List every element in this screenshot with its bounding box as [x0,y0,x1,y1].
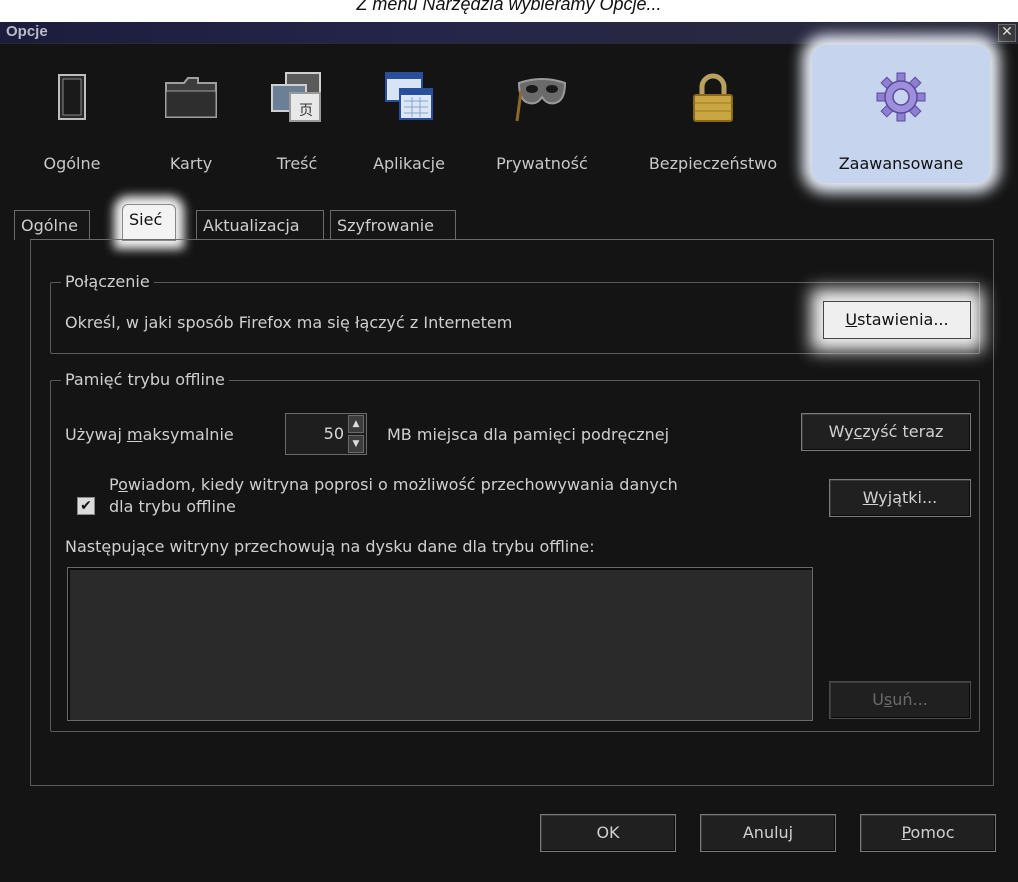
window-icon [58,74,86,120]
notify-before: P [109,475,119,494]
mask-icon [515,78,567,122]
pane-security-label: Bezpieczeństwo [648,154,778,173]
options-dialog: Opcje ✕ Ogólne Karty 页 Treść Aplikacje P… [0,22,1018,882]
padlock-icon [693,73,733,122]
notify-label-line1: Powiadom, kiedy witryna poprosi o możliw… [109,475,678,494]
folder-tab-icon [165,77,217,118]
help-button[interactable]: Pomoc [860,814,996,852]
pane-applications-label: Aplikacje [373,154,445,173]
settings-label: stawienia... [857,310,949,329]
spin-up-icon[interactable]: ▲ [348,415,364,433]
cancel-button[interactable]: Anuluj [700,814,836,852]
gear-icon [876,72,926,122]
use-max-before: Używaj [65,425,127,444]
connection-settings-button[interactable]: Ustawienia... [823,301,971,339]
connection-group-title: Połączenie [61,272,154,291]
pane-general-label: Ogólne [43,154,101,173]
pane-tabs-label: Karty [169,154,213,173]
pane-content-label: Treść [276,154,318,173]
offline-sites-label: Następujące witryny przechowują na dysku… [65,537,595,556]
remove-after: uń... [892,690,928,709]
category-toolbar: Ogólne Karty 页 Treść Aplikacje Prywatnoś… [0,45,1018,183]
exceptions-label: yjątki... [878,488,938,507]
pane-security-button[interactable]: Bezpieczeństwo [628,45,798,183]
help-label: omoc [910,823,955,842]
notify-accel: o [118,475,128,494]
tab-update[interactable]: Aktualizacja [196,210,324,240]
title-bar[interactable]: Opcje ✕ [0,22,1018,44]
notify-label-line2: dla trybu offline [109,497,236,516]
offline-sites-list[interactable] [67,567,813,721]
help-accel: P [901,823,911,842]
offline-group-title: Pamięć trybu offline [61,370,229,389]
pane-general-button[interactable]: Ogólne [22,45,122,183]
pane-content-button[interactable]: 页 Treść [252,45,342,183]
tab-encryption[interactable]: Szyfrowanie [330,210,456,240]
notify-after: wiadom, kiedy witryna poprosi o możliwoś… [127,475,678,494]
offline-cache-group: Pamięć trybu offline Używaj maksymalnie … [50,370,980,732]
cache-size-value: 50 [323,424,344,443]
cache-size-spinner[interactable]: 50 ▲ ▼ [285,413,367,455]
exceptions-button[interactable]: Wyjątki... [829,479,971,517]
ok-button[interactable]: OK [540,814,676,852]
remove-button[interactable]: Usuń... [829,681,971,719]
pane-privacy-label: Prywatność [496,154,588,173]
use-max-accel: m [127,425,143,444]
pane-applications-button[interactable]: Aplikacje [356,45,462,183]
pane-advanced-label: Zaawansowane [838,154,964,173]
pane-privacy-button[interactable]: Prywatność [478,45,606,183]
connection-group: Połączenie Określ, w jaki sposób Firefox… [50,272,980,354]
close-button[interactable]: ✕ [998,24,1016,42]
notify-checkbox[interactable]: ✔ [77,497,95,515]
cache-size-suffix: MB miejsca dla pamięci podręcznej [387,425,670,444]
spin-down-icon[interactable]: ▼ [348,435,364,453]
remove-before: U [872,690,884,709]
pane-tabs-button[interactable]: Karty [146,45,236,183]
use-max-label: Używaj maksymalnie [65,425,234,444]
caption-text: Z menu Narzędzia wybieramy Opcje... [0,0,1018,22]
clear-before: Wy [828,422,854,441]
use-max-after: aksymalnie [142,425,234,444]
applications-icon [385,72,433,120]
content-icon: 页 [271,72,321,122]
network-panel: Połączenie Określ, w jaki sposób Firefox… [30,239,994,786]
connection-description: Określ, w jaki sposób Firefox ma się łąc… [65,313,513,332]
remove-accel: s [883,690,893,709]
settings-accel: U [845,310,858,329]
clear-now-button[interactable]: Wyczyść teraz [801,413,971,451]
pane-advanced-button[interactable]: Zaawansowane [812,45,990,183]
tab-network[interactable]: Sieć [122,204,176,241]
window-title: Opcje [6,23,48,40]
clear-after: zyść teraz [862,422,944,441]
svg-text:页: 页 [299,103,313,119]
exceptions-accel: W [862,488,879,507]
tab-general[interactable]: Ogólne [14,210,90,240]
